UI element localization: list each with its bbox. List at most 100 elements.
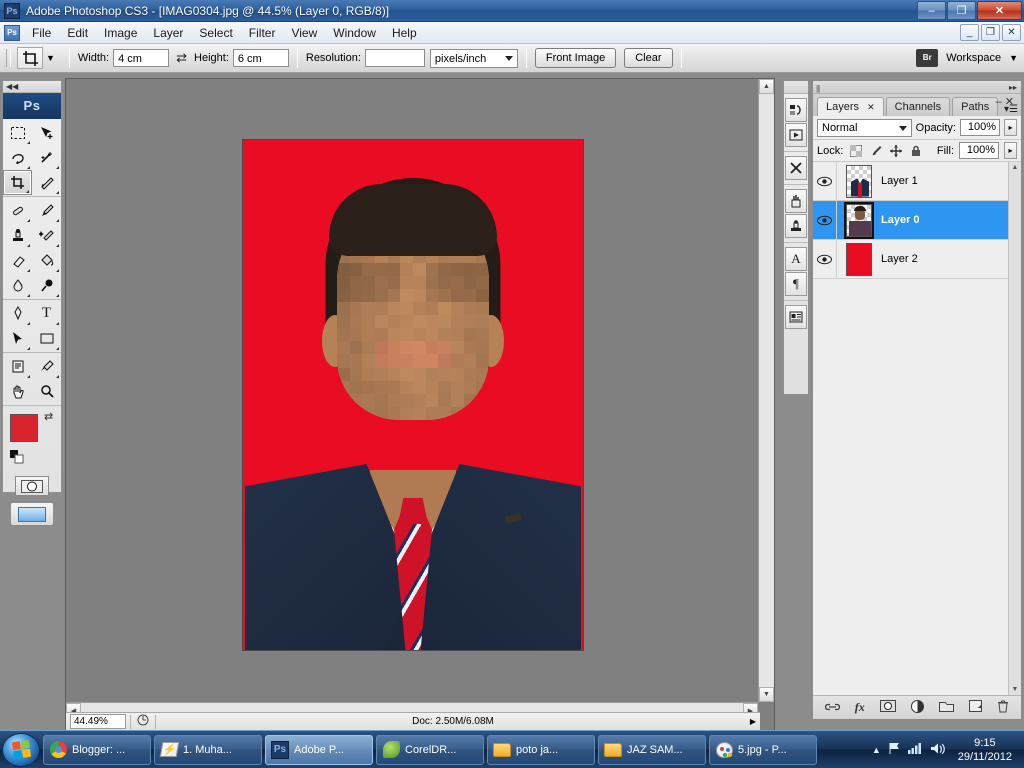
windows-start-button[interactable] (2, 732, 40, 767)
blend-mode-select[interactable]: Normal (817, 118, 912, 137)
status-menu-arrow-icon[interactable]: ▶ (746, 717, 760, 726)
clone-source-panel-icon[interactable] (785, 214, 807, 238)
menu-filter[interactable]: Filter (241, 23, 284, 43)
restore-button[interactable]: ❐ (947, 1, 976, 20)
toolbox-header[interactable]: ◀◀ (3, 81, 61, 93)
panel-minimize-icon[interactable]: – (996, 96, 1005, 108)
swap-dimensions-icon[interactable]: ⇄ (176, 50, 187, 66)
taskbar-button-coreldraw[interactable]: CorelDR... (376, 734, 484, 765)
action-center-icon[interactable] (888, 742, 901, 758)
layer-name-label[interactable]: Layer 0 (881, 214, 920, 226)
layer-thumbnail-cell[interactable] (837, 201, 881, 239)
width-input[interactable]: 4 cm (113, 49, 170, 67)
new-layer-icon[interactable] (969, 700, 983, 715)
bridge-icon[interactable]: Br (916, 49, 939, 67)
lock-position-icon[interactable] (888, 143, 903, 158)
layer-visibility-toggle[interactable] (813, 201, 837, 239)
magic-wand-tool-icon[interactable] (32, 145, 61, 170)
taskbar-button-paint[interactable]: 5.jpg - P... (709, 734, 817, 765)
lock-image-pixels-icon[interactable] (868, 143, 883, 158)
shape-tool-icon[interactable] (32, 326, 61, 351)
tab-layers-close-icon[interactable]: ✕ (867, 102, 875, 112)
add-layer-mask-icon[interactable] (879, 700, 896, 715)
menu-edit[interactable]: Edit (59, 23, 96, 43)
hand-tool-icon[interactable] (3, 379, 32, 404)
resolution-units-select[interactable]: pixels/inch (429, 48, 518, 68)
canvas-area[interactable] (66, 79, 758, 702)
lock-transparency-icon[interactable] (848, 143, 863, 158)
workspace-chevron-down-icon[interactable]: ▼ (1009, 53, 1018, 63)
opacity-slider-arrow-icon[interactable]: ▸ (1004, 119, 1017, 136)
paragraph-panel-icon[interactable]: ¶ (785, 272, 807, 296)
pen-tool-icon[interactable] (3, 301, 32, 326)
layer-name-label[interactable]: Layer 2 (881, 253, 918, 265)
brush-tool-icon[interactable] (32, 198, 61, 223)
taskbar-button-photoshop[interactable]: Ps Adobe P... (265, 734, 373, 765)
crop-tool-icon[interactable] (17, 47, 43, 69)
tool-preset-chevron-down-icon[interactable]: ▼ (46, 53, 55, 63)
tool-presets-panel-icon[interactable] (785, 156, 807, 180)
path-selection-tool-icon[interactable] (3, 326, 32, 351)
link-layers-icon[interactable] (824, 701, 840, 715)
tab-paths[interactable]: Paths (952, 97, 999, 116)
layers-panel-grip[interactable]: ||| ▸▸ (813, 81, 1021, 94)
slice-tool-icon[interactable] (32, 170, 61, 195)
history-panel-icon[interactable] (785, 98, 807, 122)
collapse-icon[interactable]: ◀◀ (6, 82, 18, 91)
front-image-button[interactable]: Front Image (534, 48, 617, 68)
layer-thumbnail-cell[interactable] (837, 164, 881, 198)
notes-tool-icon[interactable] (3, 354, 32, 379)
resolution-input[interactable] (364, 49, 425, 67)
lasso-tool-icon[interactable] (3, 145, 32, 170)
paint-bucket-tool-icon[interactable] (32, 248, 61, 273)
fill-slider-arrow-icon[interactable]: ▸ (1004, 142, 1017, 159)
menu-help[interactable]: Help (384, 23, 425, 43)
layer-visibility-toggle[interactable] (813, 240, 837, 278)
table-row[interactable]: Layer 2 (813, 240, 1021, 279)
default-colors-icon[interactable] (10, 450, 24, 467)
layers-list-scrollbar[interactable]: ▲ ▼ (1008, 162, 1021, 695)
menu-window[interactable]: Window (325, 23, 384, 43)
zoom-tool-icon[interactable] (32, 379, 61, 404)
layer-style-fx-icon[interactable]: fx (855, 700, 865, 715)
layer-visibility-toggle[interactable] (813, 162, 837, 200)
layers-list[interactable]: Layer 1 Layer 0 Layer 2 ▲ ▼ (813, 162, 1021, 695)
clock[interactable]: 9:15 29/11/2012 (952, 736, 1018, 764)
taskbar-button-poto-ja[interactable]: poto ja... (487, 734, 595, 765)
new-group-icon[interactable] (939, 700, 955, 715)
layer-comps-panel-icon[interactable] (785, 305, 807, 329)
document-restore-button[interactable]: ❐ (981, 24, 1000, 41)
panel-close-icon[interactable]: ✕ (1005, 96, 1017, 108)
opacity-input[interactable]: 100% (960, 119, 1000, 136)
scroll-down-button[interactable]: ▼ (759, 687, 774, 702)
scroll-up-icon[interactable]: ▲ (1009, 162, 1021, 171)
menu-view[interactable]: View (283, 23, 325, 43)
document-system-menu-icon[interactable]: Ps (4, 24, 20, 41)
type-tool-icon[interactable]: T (32, 301, 61, 326)
history-brush-tool-icon[interactable] (32, 223, 61, 248)
document-minimize-button[interactable]: _ (960, 24, 979, 41)
character-panel-icon[interactable]: A (785, 247, 807, 271)
zoom-level-input[interactable]: 44.49% (70, 714, 126, 729)
menu-file[interactable]: File (24, 23, 59, 43)
vertical-scrollbar[interactable]: ▲ ▼ (758, 79, 774, 702)
clone-stamp-tool-icon[interactable] (3, 223, 32, 248)
crop-tool-icon[interactable] (3, 170, 32, 195)
actions-panel-icon[interactable] (785, 123, 807, 147)
document-status-icon[interactable] (135, 714, 151, 729)
screen-mode-icon[interactable] (10, 502, 54, 526)
volume-icon[interactable] (930, 742, 945, 758)
network-icon[interactable] (907, 742, 923, 757)
tab-layers[interactable]: Layers ✕ (817, 97, 884, 116)
clear-button[interactable]: Clear (624, 48, 673, 68)
table-row[interactable]: Layer 1 (813, 162, 1021, 201)
blur-tool-icon[interactable] (3, 273, 32, 298)
eyedropper-tool-icon[interactable] (32, 354, 61, 379)
height-input[interactable]: 6 cm (232, 49, 289, 67)
taskbar-button-blogger[interactable]: Blogger: ... (43, 734, 151, 765)
taskbar-button-jaz-sam[interactable]: JAZ SAM... (598, 734, 706, 765)
marquee-tool-icon[interactable] (3, 120, 32, 145)
close-button[interactable]: ✕ (977, 1, 1022, 20)
dodge-tool-icon[interactable] (32, 273, 61, 298)
swap-colors-icon[interactable]: ⇄ (44, 410, 53, 423)
